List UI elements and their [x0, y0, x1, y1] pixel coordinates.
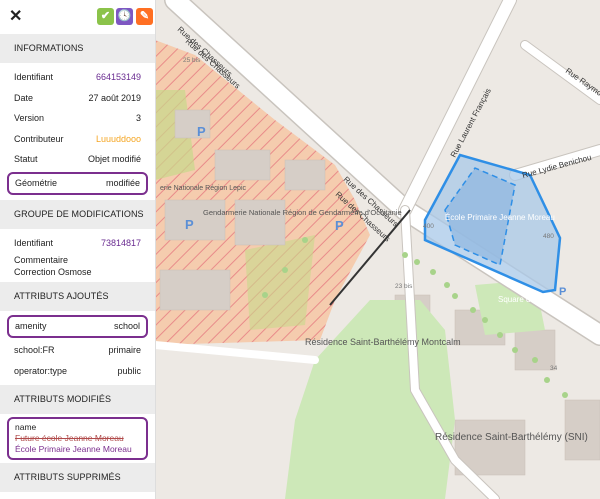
- row-label: Identifiant: [14, 72, 54, 82]
- changeset-id-link[interactable]: 73814817: [101, 238, 141, 248]
- green-patch: [245, 235, 315, 330]
- tag-value: primaire: [108, 345, 141, 355]
- svg-text:400: 400: [423, 223, 434, 230]
- svg-text:P: P: [197, 124, 206, 139]
- svg-text:25 bis: 25 bis: [183, 57, 201, 64]
- row-value: 3: [135, 113, 141, 123]
- info-row-id: Identifiant 664153149: [0, 67, 155, 88]
- section-added: ATTRIBUTS AJOUTÉS: [0, 282, 155, 311]
- school-label: École Primaire Jeanne Moreau: [445, 213, 555, 222]
- svg-text:P: P: [185, 217, 194, 232]
- added-row: operator:type public: [0, 361, 155, 382]
- section-informations: INFORMATIONS: [0, 34, 155, 63]
- section-modified: ATTRIBUTS MODIFIÉS: [0, 385, 155, 414]
- group-row-id: Identifiant 73814817: [0, 233, 155, 254]
- svg-text:P: P: [559, 286, 566, 298]
- info-row-contributor: Contributeur Luuuddooo: [0, 129, 155, 150]
- svg-text:34: 34: [550, 365, 558, 372]
- row-label: Date: [14, 92, 34, 103]
- comment-label: Commentaire: [14, 255, 69, 265]
- close-icon[interactable]: ✕: [9, 7, 22, 27]
- row-value: 27 août 2019: [88, 92, 141, 103]
- gendarmerie-label: Gendarmerie Nationale Région de Gendarme…: [203, 208, 402, 217]
- tag-key: amenity: [15, 321, 47, 331]
- svg-text:P: P: [335, 218, 344, 233]
- row-label: Contributeur: [14, 133, 64, 144]
- tag-value: school: [113, 321, 140, 331]
- info-row-date: Date 27 août 2019: [0, 88, 155, 109]
- panel-toolbar: ✕ ✔ 🕓 ✎: [0, 0, 155, 34]
- row-value: Objet modifié: [87, 154, 141, 164]
- comment-block: Commentaire Correction Osmose: [0, 253, 155, 282]
- geometry-row: Géométrie modifiée: [7, 171, 148, 195]
- gendarmerie-partial-label: erie Nationale Région Lepic: [160, 185, 246, 192]
- edit-button[interactable]: ✎: [136, 8, 153, 25]
- modified-tag-box: name Future école Jeanne Moreau École Pr…: [7, 417, 148, 460]
- added-row: amenity school: [7, 315, 148, 338]
- info-row-status: Statut Objet modifié: [0, 149, 155, 170]
- row-label: Version: [14, 113, 45, 123]
- info-row-version: Version 3: [0, 108, 155, 129]
- deleted-row: landuseconstruction: [0, 495, 155, 499]
- modified-key: name: [15, 422, 37, 432]
- square-label: Square de Diane: [498, 295, 559, 304]
- section-deleted: ATTRIBUTS SUPPRIMÉS: [0, 463, 155, 492]
- row-value: modifiée: [105, 177, 140, 188]
- old-value: Future école Jeanne Moreau: [15, 433, 124, 443]
- section-group: GROUPE DE MODIFICATIONS: [0, 199, 155, 229]
- comment-value: Correction Osmose: [14, 267, 92, 277]
- new-value: École Primaire Jeanne Moreau: [15, 444, 132, 454]
- tag-key: operator:type: [14, 365, 68, 376]
- added-row: school:FR primaire: [0, 340, 155, 361]
- svg-text:23 bis: 23 bis: [395, 283, 413, 290]
- svg-text:480: 480: [543, 233, 554, 240]
- tag-key: school:FR: [14, 345, 55, 355]
- history-button[interactable]: 🕓: [116, 8, 133, 25]
- validate-button[interactable]: ✔: [97, 8, 114, 25]
- row-label: Identifiant: [14, 237, 54, 248]
- row-label: Statut: [14, 154, 38, 164]
- changes-panel: ✕ ✔ 🕓 ✎ INFORMATIONS Identifiant 66415314…: [0, 0, 156, 499]
- row-label: Géométrie: [15, 177, 58, 188]
- feature-id-link[interactable]: 664153149: [96, 72, 141, 82]
- map-view[interactable]: P P P P Rue des Chasseurs Rue des Chasse…: [155, 0, 600, 499]
- residence-montcalm-label: Résidence Saint-Barthélémy Montcalm: [305, 337, 461, 347]
- residence-sni-label: Résidence Saint-Barthélémy (SNI): [435, 432, 588, 443]
- contributor-link[interactable]: Luuuddooo: [96, 134, 141, 144]
- tag-value: public: [117, 365, 141, 376]
